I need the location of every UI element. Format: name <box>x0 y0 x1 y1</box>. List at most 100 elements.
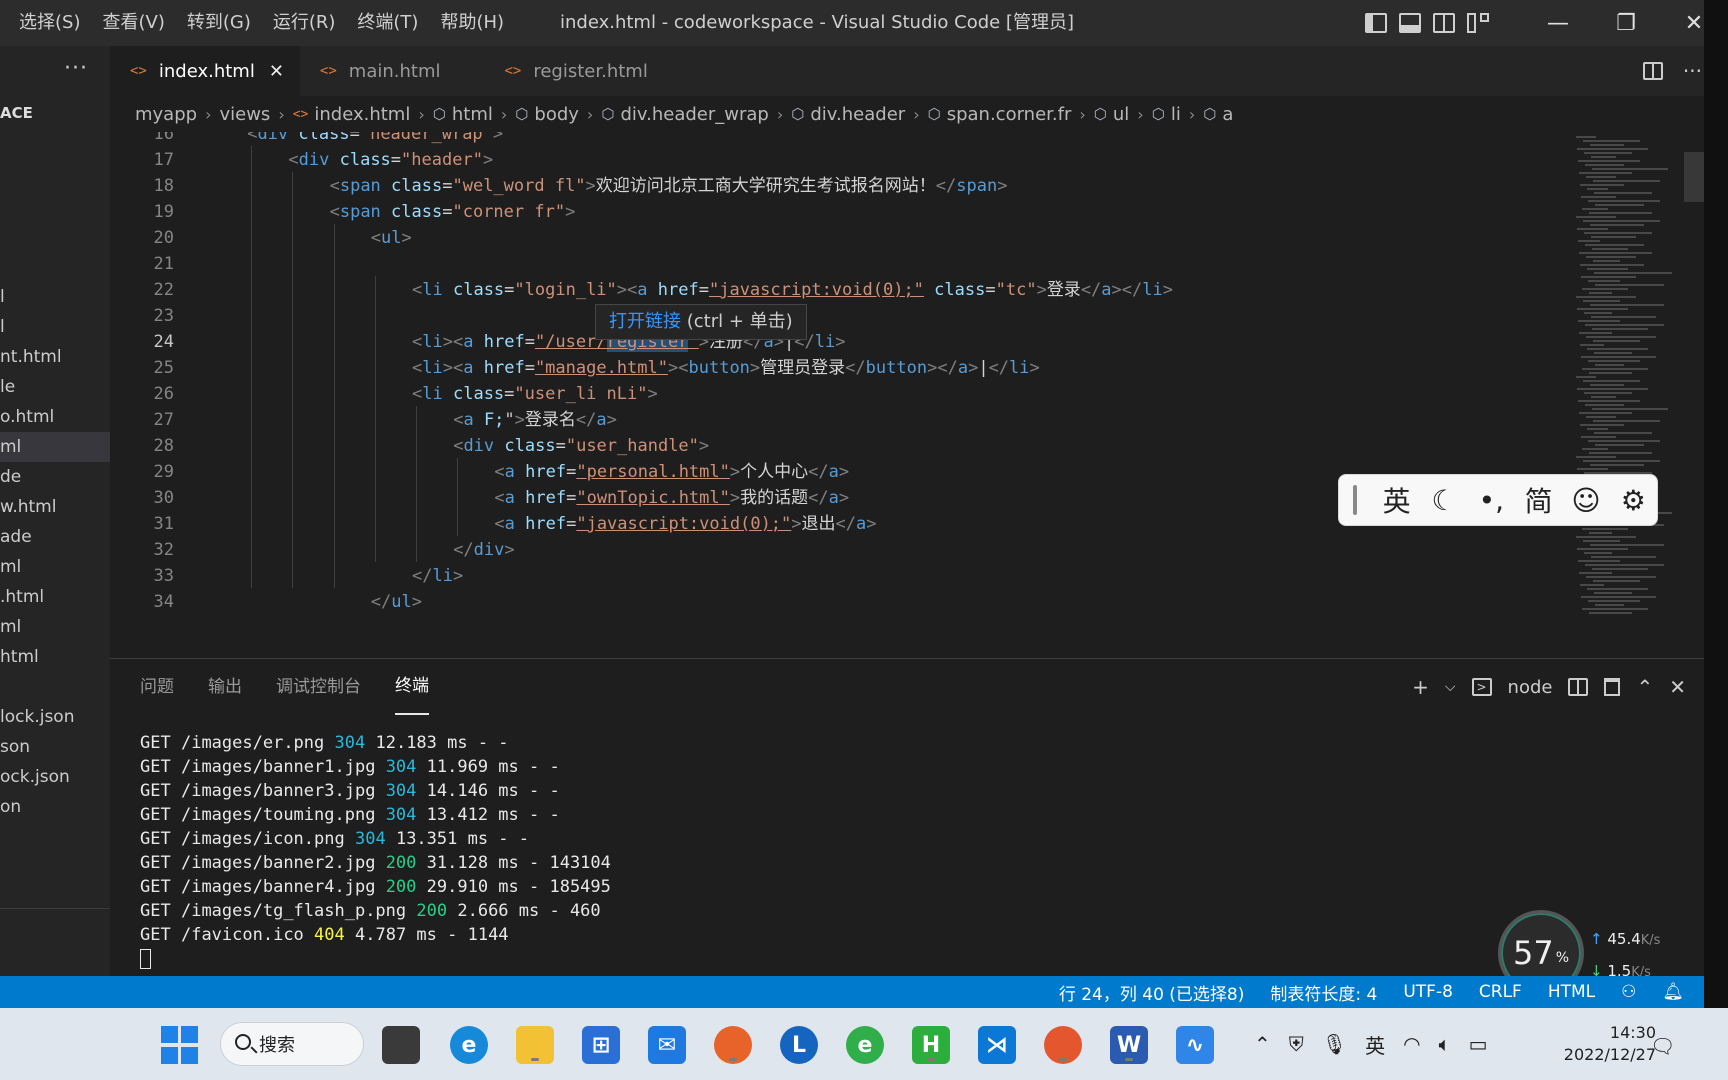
terminal-output[interactable]: GET /images/er.png 304 12.183 ms - - GET … <box>140 731 611 971</box>
editor-more-icon[interactable]: ··· <box>1683 59 1702 83</box>
ime-drag-handle[interactable] <box>1353 485 1357 515</box>
breadcrumb-item[interactable]: li <box>1171 104 1181 125</box>
toggle-primary-sidebar-icon[interactable] <box>1365 13 1387 33</box>
tab-debug-console[interactable]: 调试控制台 <box>276 659 361 715</box>
word-icon[interactable]: W <box>1110 1026 1148 1064</box>
sidebar-file-item[interactable]: o.html <box>0 402 110 432</box>
terminal-name[interactable]: node <box>1508 677 1553 698</box>
tab-output[interactable]: 输出 <box>208 659 242 715</box>
code-line[interactable]: 23 <box>110 302 1560 331</box>
chevron-down-icon[interactable]: ⌵ <box>1445 679 1456 695</box>
tab-size[interactable]: 制表符长度: 4 <box>1270 980 1377 1005</box>
hbuilder-icon[interactable]: H <box>912 1026 950 1064</box>
breadcrumb-item[interactable]: a <box>1222 104 1233 125</box>
firefox-icon[interactable] <box>714 1026 752 1064</box>
tab-index-html[interactable]: <> index.html ✕ <box>110 46 300 96</box>
tab-register-html[interactable]: <> register.html <box>484 46 663 96</box>
maximize-panel-icon[interactable]: ⌃ <box>1636 675 1653 699</box>
sidebar-file-item[interactable]: ade <box>0 522 110 552</box>
ime-language-indicator[interactable]: 英 <box>1365 1030 1385 1059</box>
mail-icon[interactable]: ✉ <box>648 1026 686 1064</box>
breadcrumb-item[interactable]: ul <box>1113 104 1129 125</box>
menu-run[interactable]: 运行(R) <box>262 0 347 46</box>
code-line[interactable]: 32 </div> <box>110 536 1560 565</box>
sidebar-file-item[interactable]: html <box>0 642 110 672</box>
cursor-position[interactable]: 行 24，列 40 (已选择8) <box>1059 980 1245 1005</box>
code-line[interactable]: 24 <li><a href="/user/register">注册</a>|</… <box>110 328 1560 357</box>
notifications-bell-icon[interactable]: 🔔︎ <box>1662 982 1684 1002</box>
sidebar-file-item[interactable]: son <box>0 732 110 762</box>
show-hidden-icons-chevron-icon[interactable]: ⌃ <box>1254 1032 1271 1056</box>
open-link-action[interactable]: 打开链接 <box>609 311 681 332</box>
code-line[interactable]: 20 <ul> <box>110 224 1560 253</box>
wifi-icon[interactable]: ◠ <box>1403 1032 1420 1056</box>
menu-view[interactable]: 查看(V) <box>91 0 175 46</box>
terminal-prompt[interactable] <box>140 947 611 971</box>
tab-terminal[interactable]: 终端 <box>395 659 429 715</box>
breadcrumb-item[interactable]: div.header <box>810 104 905 125</box>
code-line[interactable]: 28 <div class="user_handle"> <box>110 432 1560 461</box>
chrome-like-icon[interactable] <box>1044 1026 1082 1064</box>
breadcrumb-item[interactable]: body <box>534 104 579 125</box>
breadcrumb-item[interactable]: myapp <box>135 104 197 125</box>
restore-button[interactable]: ❐ <box>1592 0 1660 46</box>
code-line[interactable]: 17 <div class="header"> <box>110 146 1560 175</box>
sidebar-file-item[interactable]: on <box>0 792 110 822</box>
sidebar-file-item[interactable]: ml <box>0 432 110 462</box>
accounts-icon[interactable]: ⚇ <box>1621 982 1636 1002</box>
tab-problems[interactable]: 问题 <box>140 659 174 715</box>
microphone-icon[interactable]: 🎙︎ <box>1322 1032 1347 1056</box>
encoding[interactable]: UTF-8 <box>1403 982 1453 1002</box>
menu-terminal[interactable]: 终端(T) <box>346 0 429 46</box>
code-editor[interactable]: 16 <div class="header_wrap"> 17 <div class=… <box>110 132 1704 658</box>
workspace-section-title[interactable]: ACE <box>0 104 33 122</box>
language-mode[interactable]: HTML <box>1548 982 1595 1002</box>
breadcrumb-item[interactable]: div.header_wrap <box>620 104 768 125</box>
editor-scrollbar[interactable] <box>1684 152 1704 202</box>
menu-help[interactable]: 帮助(H) <box>429 0 515 46</box>
sidebar-file-item[interactable]: ock.json <box>0 762 110 792</box>
breadcrumb-item[interactable]: index.html <box>314 104 410 125</box>
edge-browser-icon[interactable]: e <box>450 1026 488 1064</box>
code-line[interactable]: 26 <li class="user_li nLi"> <box>110 380 1560 409</box>
explorer-more-icon[interactable]: ··· <box>64 56 88 81</box>
trash-icon[interactable] <box>1604 678 1621 696</box>
breadcrumb-item[interactable]: html <box>452 104 493 125</box>
sidebar-file-item[interactable]: ml <box>0 552 110 582</box>
toggle-secondary-sidebar-icon[interactable] <box>1433 13 1455 33</box>
volume-icon[interactable]: 🔈︎ <box>1439 1032 1451 1056</box>
sidebar-file-item[interactable]: l <box>0 282 110 312</box>
security-shield-icon[interactable]: ⛨ <box>1289 1032 1304 1056</box>
tab-main-html[interactable]: <> main.html <box>300 46 485 96</box>
new-terminal-icon[interactable]: + <box>1412 675 1429 699</box>
split-editor-icon[interactable] <box>1642 62 1663 80</box>
minimap[interactable] <box>1568 132 1678 658</box>
sidebar-file-item[interactable] <box>0 672 110 702</box>
menu-goto[interactable]: 转到(G) <box>176 0 262 46</box>
sidebar-file-item[interactable]: nt.html <box>0 342 110 372</box>
chart-app-icon[interactable]: ∿ <box>1176 1026 1214 1064</box>
split-terminal-icon[interactable] <box>1568 678 1589 696</box>
breadcrumb-item[interactable]: span.corner.fr <box>947 104 1072 125</box>
app-l-icon[interactable]: L <box>780 1026 818 1064</box>
code-line[interactable]: 19 <span class="corner fr"> <box>110 198 1560 227</box>
code-line[interactable]: 27 <a F;">登录名</a> <box>110 406 1560 435</box>
punctuation-icon[interactable]: •, <box>1468 484 1515 517</box>
app-e-icon[interactable]: e <box>846 1026 884 1064</box>
moon-icon[interactable]: ☾ <box>1420 484 1467 517</box>
battery-icon[interactable]: ▭ <box>1469 1032 1488 1056</box>
code-line[interactable]: 25 <li><a href="manage.html"><button>管理员登… <box>110 354 1560 383</box>
start-windows-icon[interactable] <box>160 1026 198 1064</box>
ime-language-toggle[interactable]: 英 <box>1373 480 1420 520</box>
end-of-line[interactable]: CRLF <box>1479 982 1522 1002</box>
close-panel-icon[interactable]: ✕ <box>1669 675 1686 699</box>
sidebar-file-item[interactable]: ml <box>0 612 110 642</box>
store-icon[interactable]: ⊞ <box>582 1026 620 1064</box>
menu-select[interactable]: 选择(S) <box>8 0 91 46</box>
notification-center-icon[interactable]: 🗨︎ <box>1650 1034 1675 1058</box>
breadcrumb-item[interactable]: views <box>219 104 270 125</box>
sidebar-file-item[interactable]: lock.json <box>0 702 110 732</box>
file-explorer-icon[interactable] <box>516 1026 554 1064</box>
task-view-icon[interactable] <box>382 1026 420 1064</box>
code-line[interactable]: 18 <span class="wel_word fl">欢迎访问北京工商大学研究… <box>110 172 1560 201</box>
